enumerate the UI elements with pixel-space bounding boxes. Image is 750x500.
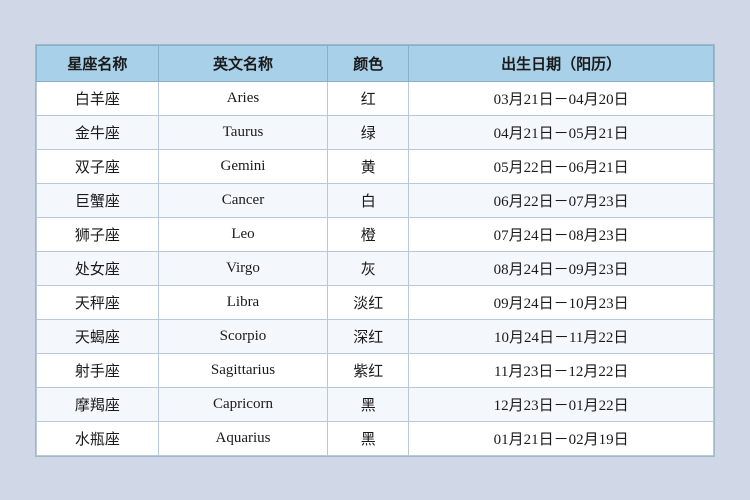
zodiac-table-wrapper: 星座名称 英文名称 颜色 出生日期（阳历） 白羊座Aries红03月21日－04…: [35, 44, 715, 457]
cell-zh-name: 水瓶座: [37, 421, 159, 455]
table-row: 水瓶座Aquarius黑01月21日－02月19日: [37, 421, 714, 455]
cell-color: 淡红: [328, 285, 409, 319]
cell-color: 黑: [328, 387, 409, 421]
cell-date: 06月22日－07月23日: [409, 183, 714, 217]
cell-en-name: Scorpio: [158, 319, 327, 353]
cell-zh-name: 射手座: [37, 353, 159, 387]
cell-en-name: Aquarius: [158, 421, 327, 455]
header-date: 出生日期（阳历）: [409, 45, 714, 81]
cell-en-name: Taurus: [158, 115, 327, 149]
cell-color: 白: [328, 183, 409, 217]
cell-en-name: Virgo: [158, 251, 327, 285]
cell-zh-name: 白羊座: [37, 81, 159, 115]
cell-en-name: Aries: [158, 81, 327, 115]
cell-en-name: Cancer: [158, 183, 327, 217]
table-row: 射手座Sagittarius紫红11月23日－12月22日: [37, 353, 714, 387]
cell-color: 黄: [328, 149, 409, 183]
table-header-row: 星座名称 英文名称 颜色 出生日期（阳历）: [37, 45, 714, 81]
table-row: 处女座Virgo灰08月24日－09月23日: [37, 251, 714, 285]
table-row: 天秤座Libra淡红09月24日－10月23日: [37, 285, 714, 319]
cell-color: 紫红: [328, 353, 409, 387]
table-row: 金牛座Taurus绿04月21日－05月21日: [37, 115, 714, 149]
cell-color: 灰: [328, 251, 409, 285]
cell-date: 11月23日－12月22日: [409, 353, 714, 387]
cell-en-name: Libra: [158, 285, 327, 319]
table-row: 白羊座Aries红03月21日－04月20日: [37, 81, 714, 115]
cell-en-name: Capricorn: [158, 387, 327, 421]
cell-zh-name: 天秤座: [37, 285, 159, 319]
cell-zh-name: 天蝎座: [37, 319, 159, 353]
table-row: 摩羯座Capricorn黑12月23日－01月22日: [37, 387, 714, 421]
header-en-name: 英文名称: [158, 45, 327, 81]
table-row: 狮子座Leo橙07月24日－08月23日: [37, 217, 714, 251]
table-row: 巨蟹座Cancer白06月22日－07月23日: [37, 183, 714, 217]
table-row: 双子座Gemini黄05月22日－06月21日: [37, 149, 714, 183]
cell-color: 橙: [328, 217, 409, 251]
cell-zh-name: 金牛座: [37, 115, 159, 149]
cell-en-name: Sagittarius: [158, 353, 327, 387]
cell-date: 04月21日－05月21日: [409, 115, 714, 149]
cell-date: 09月24日－10月23日: [409, 285, 714, 319]
cell-color: 绿: [328, 115, 409, 149]
cell-zh-name: 摩羯座: [37, 387, 159, 421]
zodiac-table: 星座名称 英文名称 颜色 出生日期（阳历） 白羊座Aries红03月21日－04…: [36, 45, 714, 456]
cell-zh-name: 狮子座: [37, 217, 159, 251]
cell-date: 01月21日－02月19日: [409, 421, 714, 455]
cell-date: 08月24日－09月23日: [409, 251, 714, 285]
cell-date: 07月24日－08月23日: [409, 217, 714, 251]
cell-color: 黑: [328, 421, 409, 455]
cell-date: 12月23日－01月22日: [409, 387, 714, 421]
cell-en-name: Leo: [158, 217, 327, 251]
header-zh-name: 星座名称: [37, 45, 159, 81]
cell-color: 红: [328, 81, 409, 115]
cell-color: 深红: [328, 319, 409, 353]
cell-zh-name: 双子座: [37, 149, 159, 183]
cell-date: 03月21日－04月20日: [409, 81, 714, 115]
header-color: 颜色: [328, 45, 409, 81]
cell-zh-name: 巨蟹座: [37, 183, 159, 217]
cell-date: 05月22日－06月21日: [409, 149, 714, 183]
cell-en-name: Gemini: [158, 149, 327, 183]
table-row: 天蝎座Scorpio深红10月24日－11月22日: [37, 319, 714, 353]
cell-zh-name: 处女座: [37, 251, 159, 285]
cell-date: 10月24日－11月22日: [409, 319, 714, 353]
